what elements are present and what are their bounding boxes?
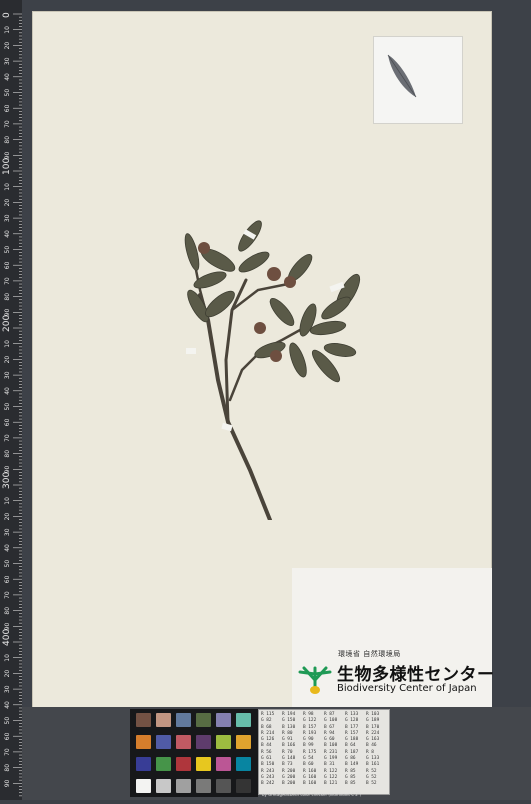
card-cell: B 200 (282, 781, 296, 787)
ruler-label: 300 (2, 472, 12, 489)
ruler-label: 50 (4, 246, 11, 254)
ruler-label: 50 (4, 560, 11, 568)
ruler-label: 70 (4, 591, 11, 599)
ruler-label: 70 (4, 434, 11, 442)
center-name-en: Biodiversity Center of Japan (337, 683, 477, 694)
ruler-label: 30 (4, 214, 11, 222)
ruler-label: 20 (4, 356, 11, 364)
rgb-reference-card: R 115 R 194 R 98 R 87 R 133 R 103 G 82 G 150 G 1… (258, 709, 390, 795)
swatch (156, 735, 171, 749)
packet-leaf (387, 54, 417, 98)
swatch (236, 779, 251, 793)
ruler-label: 60 (4, 261, 11, 269)
ruler-label: 0 (2, 12, 12, 18)
ruler-label: 70 (4, 277, 11, 285)
ruler-label: 40 (4, 701, 11, 709)
rgb-value-grid: R 115 R 194 R 98 R 87 R 133 R 103 G 82 G 150 G 1… (261, 712, 387, 788)
swatch (216, 757, 231, 771)
card-caption: by GretagMacbeth color checker (illumina… (262, 792, 362, 797)
ruler-label: 40 (4, 387, 11, 395)
ruler-label: 50 (4, 403, 11, 411)
card-row: B 242 B 200 B 160 B 121 B 85 B 52 (261, 781, 387, 787)
swatch (196, 735, 211, 749)
ruler-label: 40 (4, 73, 11, 81)
card-cell: B 52 (366, 781, 377, 787)
ruler-label: 200 (2, 315, 12, 332)
card-cell: B 160 (303, 781, 317, 787)
ruler-label: 30 (4, 685, 11, 693)
ruler-label: 10 (4, 497, 11, 505)
ruler-label: 50 (4, 717, 11, 725)
scale-ruler: 0 10 20 30 40 50 60 70 80 90 100 10 20 30 40 50 60 70 80 90… (0, 0, 22, 800)
swatch (156, 779, 171, 793)
swatch (196, 757, 211, 771)
card-cell: B 85 (345, 781, 356, 787)
center-name-jp: 生物多様性センター (337, 665, 495, 685)
ruler-label: 70 (4, 120, 11, 128)
ruler-label: 30 (4, 528, 11, 536)
ruler-label: 100 (2, 158, 12, 175)
swatch (176, 735, 191, 749)
swatch (136, 713, 151, 727)
swatch (216, 779, 231, 793)
ruler-label: 80 (4, 293, 11, 301)
plant-specimen (184, 220, 361, 520)
color-checker (130, 709, 258, 797)
ruler-label: 20 (4, 513, 11, 521)
swatch (136, 757, 151, 771)
ruler-label: 80 (4, 607, 11, 615)
ruler-label: 10 (4, 183, 11, 191)
swatch (136, 779, 151, 793)
swatch (176, 757, 191, 771)
ruler-label: 10 (4, 26, 11, 34)
ruler-label: 60 (4, 575, 11, 583)
swatch (196, 779, 211, 793)
swatch (216, 735, 231, 749)
ruler-label: 10 (4, 654, 11, 662)
swatch (236, 757, 251, 771)
swatch (236, 735, 251, 749)
swatch (236, 713, 251, 727)
ruler-label: 20 (4, 670, 11, 678)
ruler-label: 10 (4, 340, 11, 348)
swatch (136, 735, 151, 749)
ruler-label: 80 (4, 764, 11, 772)
ruler-label: 60 (4, 104, 11, 112)
ruler-label: 50 (4, 89, 11, 97)
card-cell: B 242 (261, 781, 275, 787)
ruler-label: 30 (4, 371, 11, 379)
ruler-label: 20 (4, 42, 11, 50)
ruler-label: 80 (4, 136, 11, 144)
ministry-label: 環境省 自然環境局 (338, 650, 401, 658)
swatch (176, 713, 191, 727)
fragment-packet (373, 36, 463, 124)
swatch (216, 713, 231, 727)
ruler-label: 90 (4, 779, 11, 787)
ruler-label: 400 (2, 629, 12, 646)
ruler-label: 30 (4, 57, 11, 65)
ruler-label: 60 (4, 732, 11, 740)
ruler-label: 80 (4, 450, 11, 458)
swatch (156, 757, 171, 771)
ruler-label: 40 (4, 230, 11, 238)
swatch (196, 713, 211, 727)
card-cell: B 121 (324, 781, 338, 787)
swatch (156, 713, 171, 727)
ruler-ticks: 0102030405060708090100102030405060708090… (2, 12, 22, 797)
ruler-label: 60 (4, 418, 11, 426)
ruler-label: 40 (4, 544, 11, 552)
swatch (176, 779, 191, 793)
ruler-label: 70 (4, 748, 11, 756)
ruler-label: 20 (4, 199, 11, 207)
tree-logo-icon (298, 666, 332, 694)
